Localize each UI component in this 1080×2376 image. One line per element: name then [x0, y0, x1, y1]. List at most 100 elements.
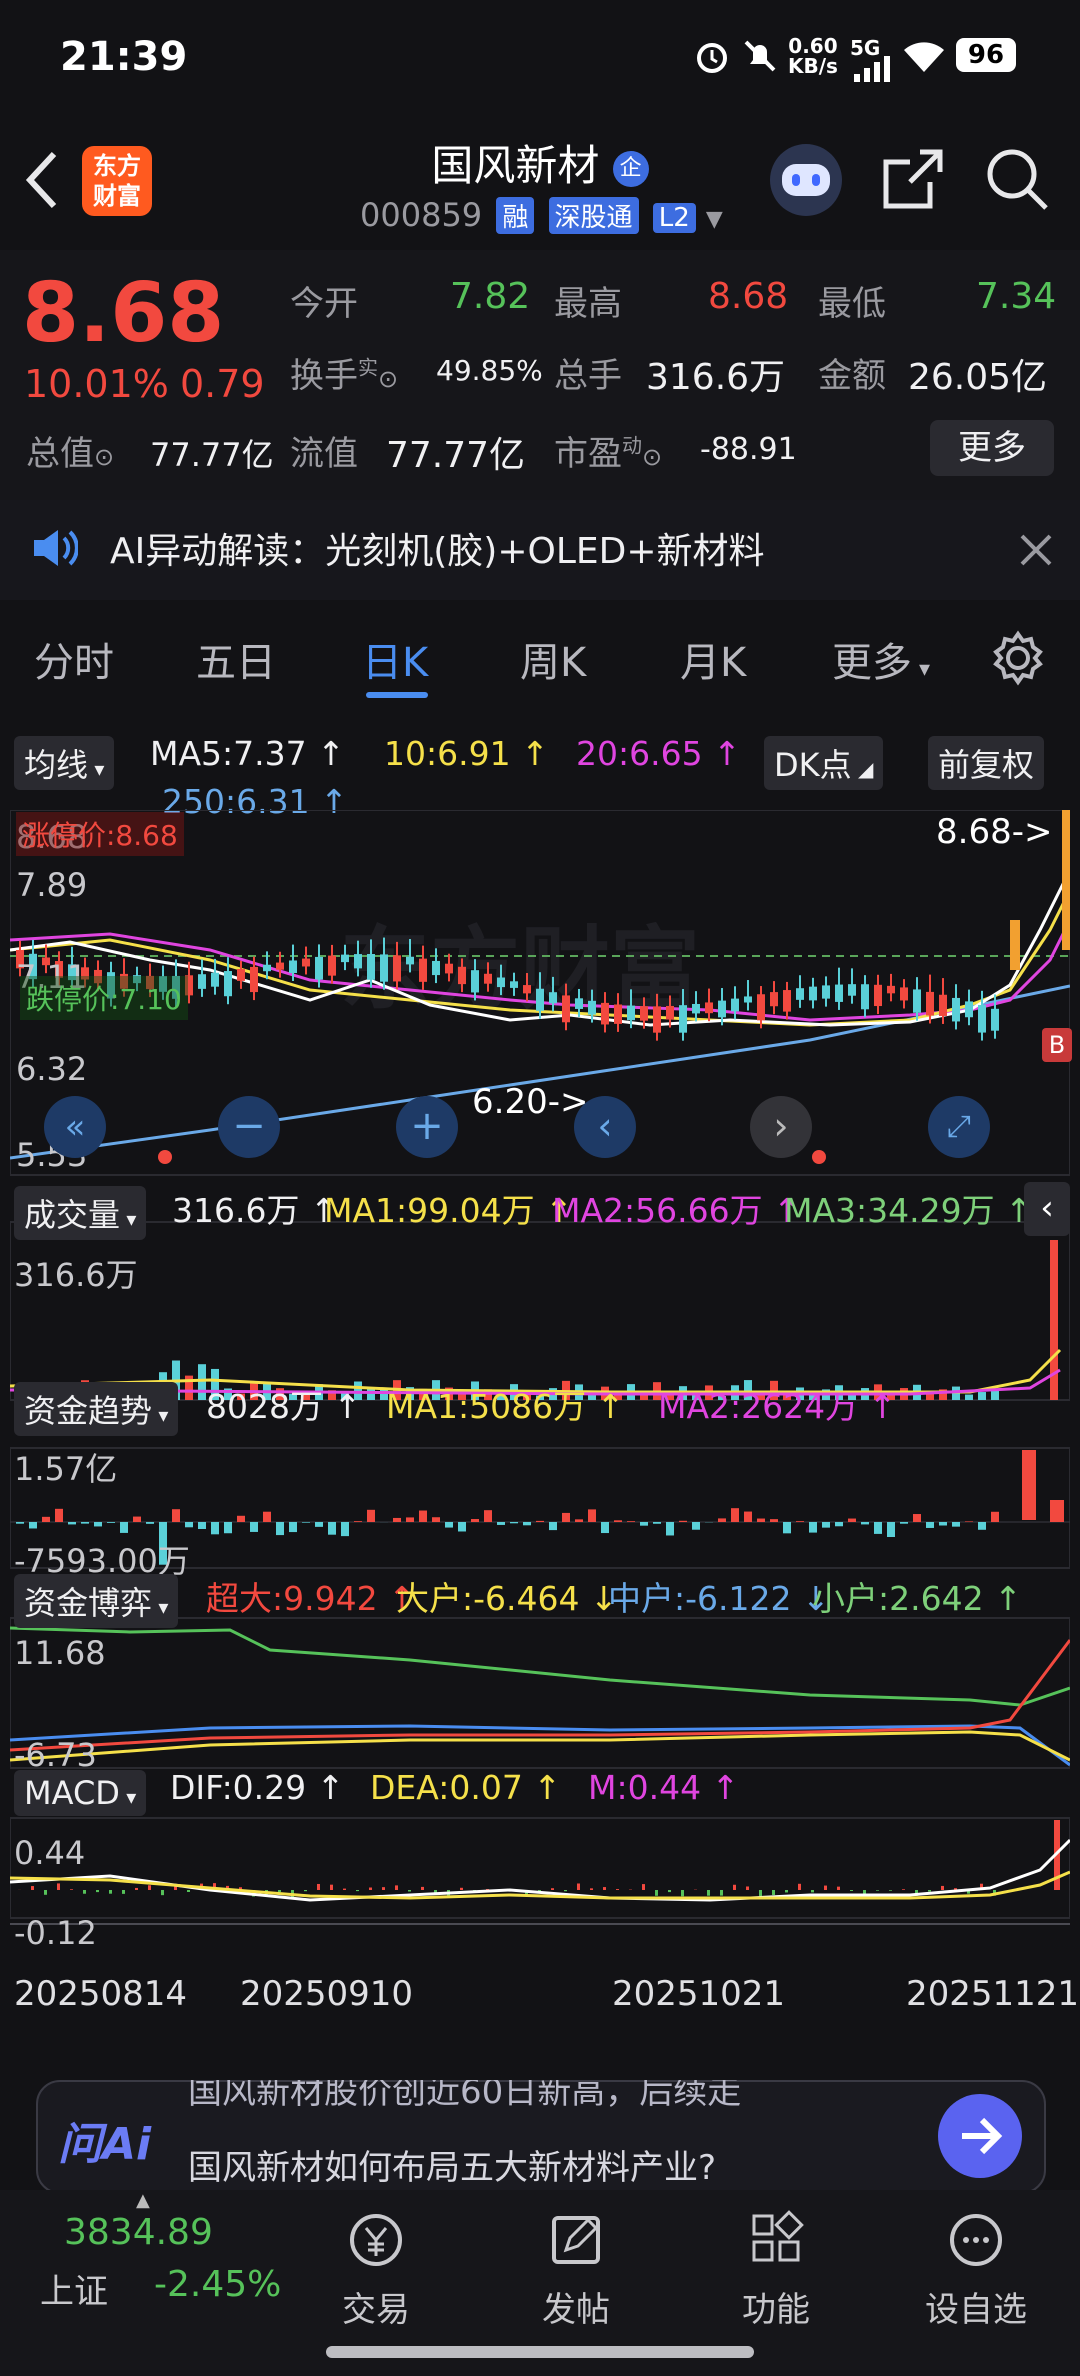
scroll-left-fast-icon[interactable]: «	[44, 1096, 106, 1158]
stock-code: 000859	[360, 196, 483, 234]
fund-bar	[1050, 1500, 1064, 1522]
fund-bar	[562, 1512, 570, 1522]
assistant-avatar[interactable]	[770, 144, 842, 216]
ma-type-dropdown[interactable]: 均线 ▾	[14, 736, 115, 790]
chevron-down-icon: ▼	[705, 207, 723, 232]
tag-margin: 融	[496, 197, 535, 234]
expand-up-icon[interactable]: ▲	[136, 2190, 150, 2211]
volume-value: 316.6万 ↑	[172, 1191, 338, 1230]
fullscreen-icon[interactable]: ⤢	[928, 1096, 990, 1158]
open-label: 今开	[290, 284, 358, 324]
macd-dropdown[interactable]: MACD ▾	[14, 1770, 147, 1816]
dif-line	[10, 1838, 1070, 1902]
battery-indicator: 96	[956, 38, 1016, 72]
enterprise-badge: 企	[612, 150, 649, 187]
adjust-button[interactable]: 前复权	[928, 736, 1045, 790]
fund-bar	[848, 1518, 856, 1522]
fund-bar	[393, 1517, 401, 1522]
nav-functions[interactable]: 功能	[716, 2210, 836, 2331]
zoom-out-icon[interactable]: −	[218, 1096, 280, 1158]
fund-bar	[523, 1522, 531, 1526]
scroll-left-icon[interactable]: ‹	[574, 1096, 636, 1158]
close-icon[interactable]	[1018, 532, 1054, 568]
quote-panel: 8.68 10.01% 0.79 今开 7.82 最高 8.68 最低 7.34…	[0, 250, 1080, 500]
fund-bar	[367, 1509, 375, 1522]
wifi-icon	[904, 42, 944, 72]
stock-code-row[interactable]: 000859 融 深股通 L2 ▼	[360, 196, 723, 234]
nav-post[interactable]: 发帖	[516, 2210, 636, 2331]
ai-banner[interactable]: AI异动解读：光刻机(胶)+OLED+新材料	[0, 500, 1080, 600]
fund-bar	[497, 1522, 505, 1525]
macd-bar	[928, 1890, 931, 1892]
fund-bar	[965, 1521, 973, 1522]
macd-bar	[941, 1885, 944, 1890]
candle-up	[1062, 810, 1070, 950]
tab-daily-k[interactable]: 日K	[362, 630, 428, 688]
scroll-right-icon[interactable]: ›	[750, 1096, 812, 1158]
nav-trade[interactable]: 交易	[316, 2210, 436, 2331]
kline-chart-area[interactable]: 均线 ▾ MA5:7.37 ↑ 10:6.91 ↑ 20:6.65 ↑ 250:…	[0, 710, 1080, 2050]
amount-value: 26.05亿	[908, 357, 1048, 398]
ai-banner-text: AI异动解读：光刻机(胶)+OLED+新材料	[110, 531, 765, 572]
fund-bar	[926, 1522, 934, 1528]
fund-bar	[549, 1522, 557, 1531]
fund-bar	[445, 1522, 453, 1528]
send-arrow-icon[interactable]	[938, 2094, 1022, 2178]
macd-bar	[122, 1890, 125, 1894]
fund-bar	[432, 1517, 440, 1522]
fund-bar	[419, 1510, 427, 1522]
fund-bar	[211, 1522, 219, 1535]
fund-game-dropdown[interactable]: 资金博弈 ▾	[14, 1574, 179, 1628]
nav-add-watchlist[interactable]: 设自选	[916, 2210, 1036, 2331]
macd-bar	[603, 1887, 606, 1890]
ask-ai-bar[interactable]: 问Ai 国风新材股价创近60日新高，后续走 国风新材如何布局五大新材料产业?	[36, 2080, 1046, 2194]
fund-bar	[120, 1522, 128, 1533]
macd-bar	[304, 1890, 307, 1892]
macd-bar	[746, 1886, 749, 1890]
fund-bar	[640, 1522, 648, 1526]
date-label: 20250814	[14, 1974, 188, 2014]
yuan-icon	[350, 2214, 402, 2266]
share-icon[interactable]	[880, 146, 946, 212]
fund-bar	[991, 1511, 999, 1522]
macd-bar	[642, 1884, 645, 1890]
more-button[interactable]: 更多	[930, 420, 1054, 476]
fund-bar	[133, 1516, 141, 1522]
volume-bar	[965, 1394, 973, 1400]
search-icon[interactable]	[984, 146, 1050, 212]
volume-ma1: MA1:99.04万 ↑	[324, 1191, 573, 1230]
tab-monthly-k[interactable]: 月K	[680, 630, 746, 688]
fund-game-tick-bottom: -6.73	[14, 1736, 97, 1774]
dk-point-button[interactable]: DK点 ◢	[764, 736, 884, 790]
tab-five-day[interactable]: 五日	[196, 630, 276, 688]
fund-bar	[952, 1522, 960, 1527]
gear-icon[interactable]	[990, 630, 1046, 686]
tab-intraday[interactable]: 分时	[34, 630, 114, 688]
macd-dea: DEA:0.07 ↑	[370, 1768, 561, 1807]
fund-bar	[289, 1522, 297, 1533]
mktcap-value: 77.77亿	[150, 436, 274, 474]
volume-ma2: MA2:56.66万 ↑	[552, 1191, 801, 1230]
fund-trend-dropdown[interactable]: 资金趋势 ▾	[14, 1382, 179, 1436]
tab-more[interactable]: 更多 ▾	[832, 630, 930, 688]
small-holder-line	[10, 1626, 1070, 1707]
tab-weekly-k[interactable]: 周K	[520, 630, 586, 688]
change-percent: 10.01%	[24, 362, 169, 406]
mktcap-label: 总值⊙	[26, 434, 115, 474]
macd-bar	[330, 1884, 333, 1890]
macd-bar	[135, 1887, 138, 1890]
fund-bar	[94, 1522, 102, 1527]
signal-dot	[158, 1150, 172, 1164]
fund-bar	[783, 1522, 791, 1534]
collapse-panel-icon[interactable]: ‹	[1024, 1182, 1070, 1236]
volume-dropdown[interactable]: 成交量 ▾	[14, 1186, 147, 1240]
index-value[interactable]: 3834.89	[64, 2212, 213, 2253]
macd-bar	[187, 1890, 190, 1892]
signal-icon	[854, 56, 890, 82]
zoom-in-icon[interactable]: +	[396, 1096, 458, 1158]
fund-bar	[588, 1509, 596, 1522]
macd-bar	[785, 1890, 788, 1893]
macd-bar	[31, 1886, 34, 1890]
price-tick-4: 6.32	[16, 1050, 88, 1088]
fund-bar	[666, 1522, 674, 1536]
